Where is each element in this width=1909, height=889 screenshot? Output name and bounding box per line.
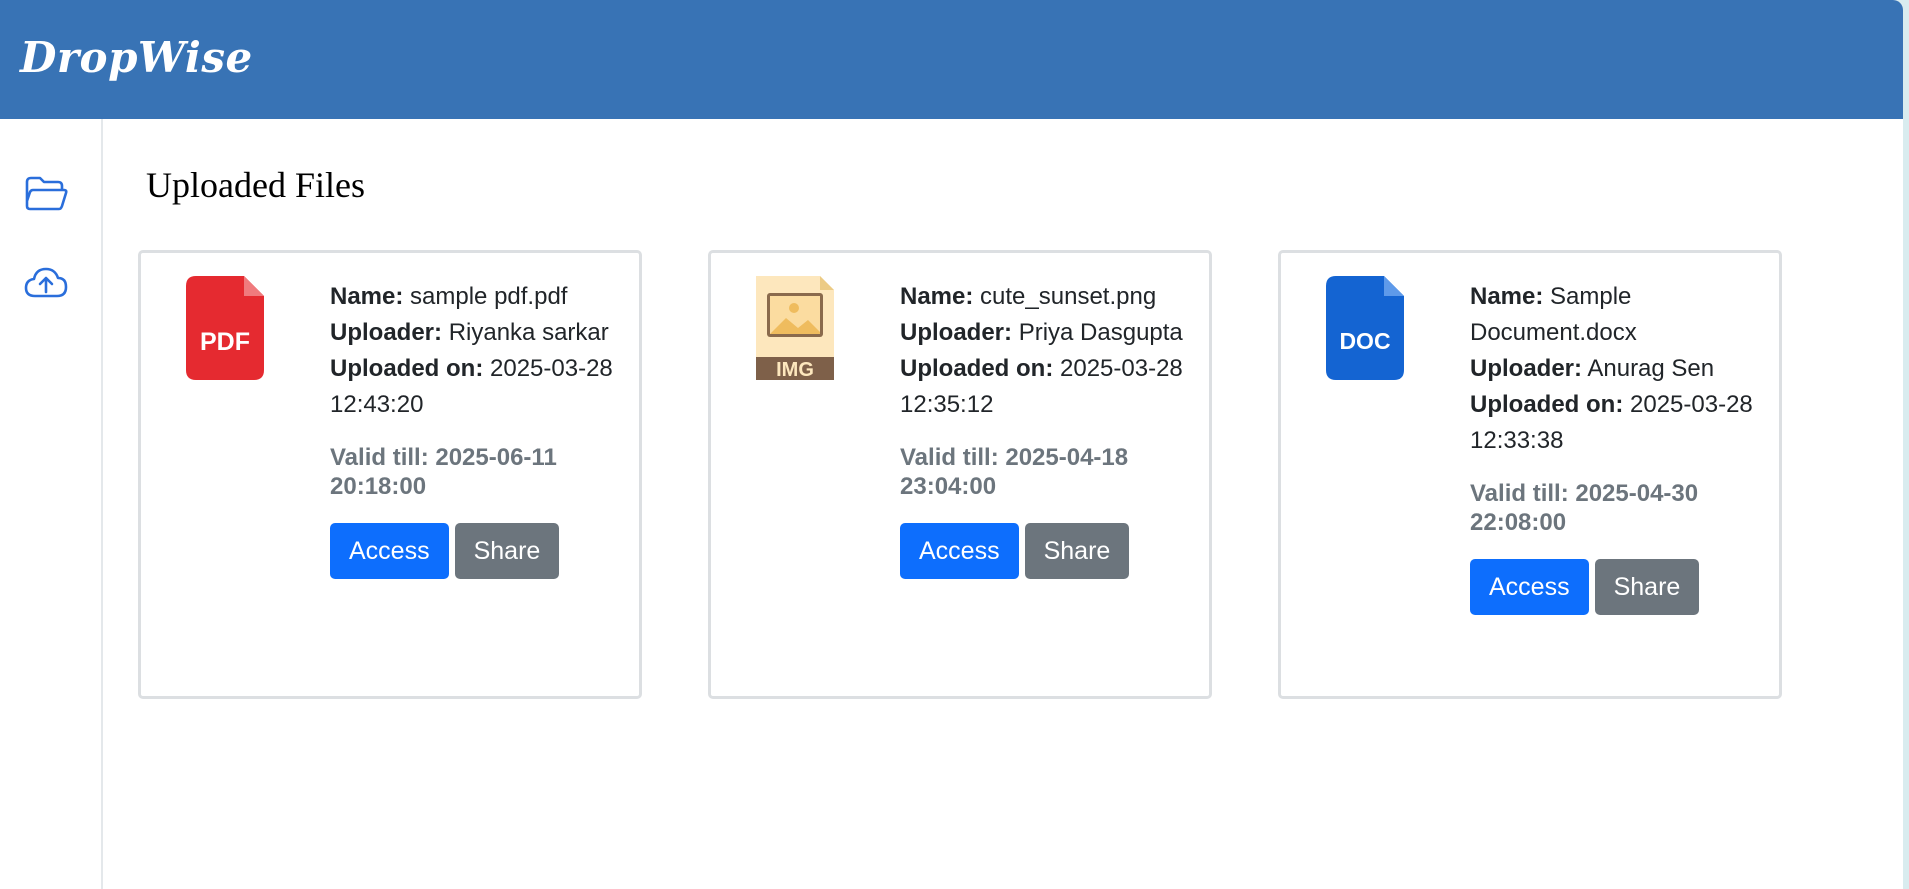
svg-text:DOC: DOC (1339, 328, 1390, 354)
navbar: DropWise (0, 0, 1903, 119)
share-button[interactable]: Share (454, 523, 560, 579)
valid-till: Valid till: 2025-06-11 20:18:00 (330, 444, 557, 500)
card-actions: Access Share (330, 523, 630, 579)
file-info: Name: cute_sunset.png Uploader: Priya Da… (900, 279, 1200, 579)
name-label: Name: (900, 283, 974, 310)
main-content: Uploaded Files PDF Name: sample pdf.pdf … (103, 119, 1903, 889)
access-button[interactable]: Access (330, 523, 449, 579)
folder-icon (25, 176, 68, 211)
image-file-icon: IMG (756, 276, 834, 380)
sidebar (0, 119, 103, 889)
uploaded-on-label: Uploaded on: (900, 355, 1054, 382)
uploader-label: Uploader: (900, 319, 1013, 346)
valid-till: Valid till: 2025-04-18 23:04:00 (900, 444, 1129, 500)
uploader-label: Uploader: (1470, 355, 1583, 382)
valid-till: Valid till: 2025-04-30 22:08:00 (1470, 480, 1699, 536)
file-info: Name: Sample Document.docx Uploader: Anu… (1470, 279, 1760, 615)
card-actions: Access Share (900, 523, 1200, 579)
cloud-upload-icon (24, 267, 68, 298)
svg-text:PDF: PDF (200, 328, 250, 356)
file-uploader: Priya Dasgupta (1018, 319, 1183, 346)
file-info: Name: sample pdf.pdf Uploader: Riyanka s… (330, 279, 630, 579)
file-card: PDF Name: sample pdf.pdf Uploader: Riyan… (138, 250, 642, 699)
brand-logo[interactable]: DropWise (20, 28, 253, 88)
sidebar-item-files[interactable] (20, 167, 72, 219)
uploaded-on-label: Uploaded on: (1470, 391, 1624, 418)
page-title: Uploaded Files (146, 165, 365, 205)
access-button[interactable]: Access (900, 523, 1019, 579)
pdf-file-icon: PDF (186, 276, 264, 380)
file-card: IMG Name: cute_sunset.png Uploader: Priy… (708, 250, 1212, 699)
uploaded-on-label: Uploaded on: (330, 355, 484, 382)
svg-text:IMG: IMG (776, 359, 814, 380)
file-uploader: Riyanka sarkar (448, 319, 609, 346)
file-name: cute_sunset.png (980, 283, 1157, 310)
sidebar-item-upload[interactable] (20, 257, 72, 309)
file-card: DOC Name: Sample Document.docx Uploader:… (1278, 250, 1782, 699)
share-button[interactable]: Share (1024, 523, 1130, 579)
uploader-label: Uploader: (330, 319, 443, 346)
name-label: Name: (1470, 283, 1544, 310)
file-uploader: Anurag Sen (1587, 355, 1715, 382)
card-actions: Access Share (1470, 559, 1760, 615)
doc-file-icon: DOC (1326, 276, 1404, 380)
access-button[interactable]: Access (1470, 559, 1589, 615)
file-name: sample pdf.pdf (410, 283, 568, 310)
name-label: Name: (330, 283, 404, 310)
app-window: DropWise Uploaded Files PDF Name: sample… (0, 0, 1903, 889)
share-button[interactable]: Share (1594, 559, 1700, 615)
